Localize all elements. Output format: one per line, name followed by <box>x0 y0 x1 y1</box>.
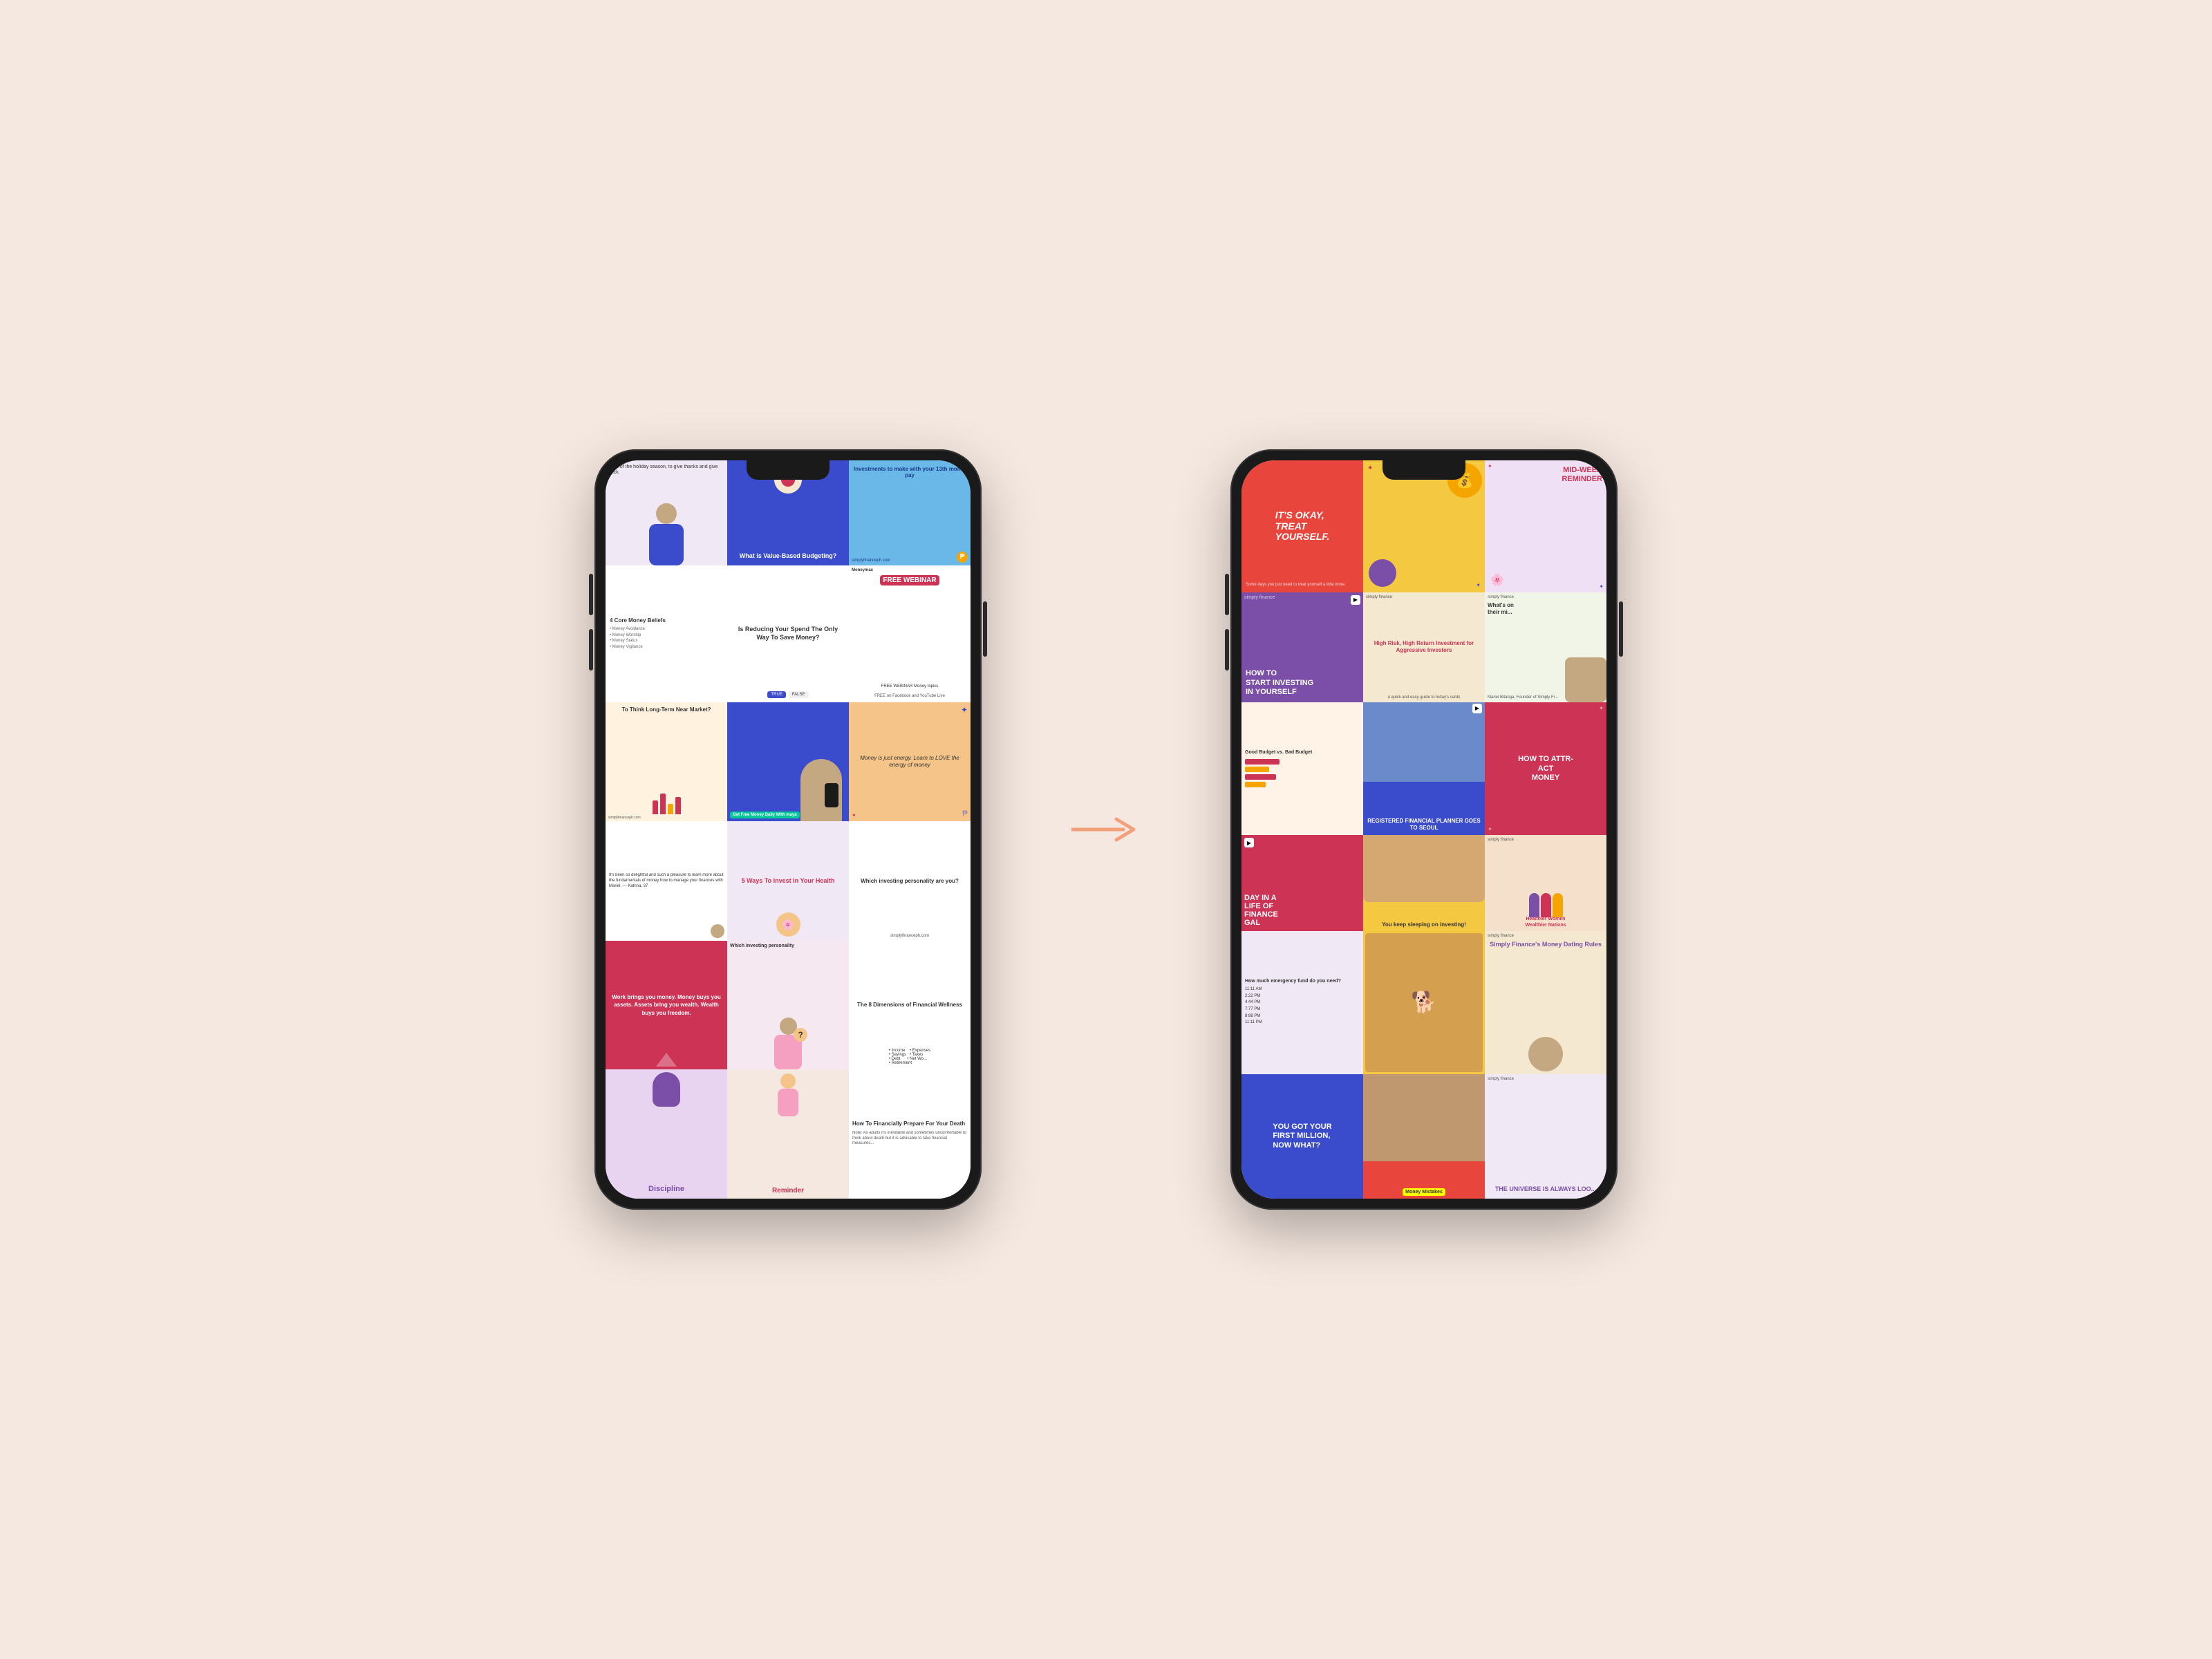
left-cell-5: Is Reducing Your Spend The Only Way To S… <box>727 565 849 702</box>
right-cell-17: Money Mistakes <box>1363 1074 1485 1199</box>
left-cell-16-text: Discipline <box>648 1185 684 1193</box>
right-cell-13-text: How much emergency fund do you need? <box>1245 979 1341 984</box>
vol-up-btn-left <box>589 574 593 615</box>
left-cell-9: Money is just energy. Learn to LOVE the … <box>849 702 971 821</box>
left-cell-17-text: Reminder <box>772 1187 804 1194</box>
right-cell-15: simply finance Simply Finance's Money Da… <box>1485 931 1606 1074</box>
left-cell-13-text: Work brings you money. Money buys you as… <box>610 993 723 1017</box>
arrow-svg <box>1071 812 1141 847</box>
right-cell-6-text: What's ontheir mi... <box>1488 602 1514 617</box>
right-cell-3-text: MID-WEEKREMINDER <box>1562 466 1602 484</box>
right-cell-10-text: DAY IN ALIFE OFFINANCEGAL <box>1244 894 1278 927</box>
left-cell-3-text: Investments to make with your 13th month… <box>849 466 971 478</box>
vol-down-btn-right <box>1225 629 1229 671</box>
left-feed-grid: spirit of the holiday season, to give th… <box>606 460 971 1199</box>
right-cell-1-text: IT'S OKAY,TREATYOURSELF. <box>1275 510 1330 542</box>
left-cell-14: ? Which investing personality <box>727 941 849 1069</box>
right-cell-17-text: Money Mistakes <box>1403 1188 1445 1196</box>
left-cell-5-text: Is Reducing Your Spend The Only Way To S… <box>731 626 845 641</box>
left-cell-1: spirit of the holiday season, to give th… <box>606 460 727 565</box>
left-cell-14-text: Which investing personality <box>730 944 794 948</box>
power-btn-left <box>983 601 987 657</box>
transformation-arrow <box>1065 812 1147 847</box>
left-cell-13: Work brings you money. Money buys you as… <box>606 941 727 1069</box>
left-cell-7: To Think Long-Term Near Market? simplyfi… <box>606 702 727 821</box>
right-cell-4-text: HOW TOSTART INVESTINGIN YOURSELF <box>1246 669 1359 697</box>
phone-notch-left <box>747 460 830 480</box>
left-cell-8: Get Free Money Daily With maya <box>727 702 849 821</box>
right-phone: IT'S OKAY,TREATYOURSELF. Some days you j… <box>1230 449 1618 1210</box>
vol-up-btn-right <box>1225 574 1229 615</box>
left-cell-15: The 8 Dimensions of Financial Wellness •… <box>849 941 971 1069</box>
right-cell-8-text: REGISTERED FINANCIAL PLANNER GOES TO SEO… <box>1363 818 1485 831</box>
right-cell-16-text: YOU GOT YOURFIRST MILLION,NOW WHAT? <box>1273 1123 1331 1150</box>
left-cell-15-text: The 8 Dimensions of Financial Wellness <box>857 1002 962 1009</box>
left-cell-18: How To Financially Prepare For Your Deat… <box>849 1069 971 1199</box>
left-cell-11: 5 Ways To Invest In Your Health 🌸 <box>727 821 849 941</box>
left-cell-17: Reminder <box>727 1069 849 1199</box>
left-cell-12: Which investing personality are you? sim… <box>849 821 971 941</box>
left-cell-9-text: Money is just energy. Learn to LOVE the … <box>853 755 966 769</box>
right-cell-7-text: Good Budget vs. Bad Budget <box>1245 750 1312 755</box>
right-cell-1: IT'S OKAY,TREATYOURSELF. Some days you j… <box>1241 460 1363 592</box>
left-cell-6: Moneymax FREE WEBINAR FREE WEBINAR Money… <box>849 565 971 702</box>
main-scene: spirit of the holiday season, to give th… <box>0 0 2212 1659</box>
left-cell-7-text: To Think Long-Term Near Market? <box>621 706 711 713</box>
right-cell-18: simply finance THE UNIVERSE IS ALWAYS LO… <box>1485 1074 1606 1199</box>
left-cell-10-text: It's been so delightful and such a pleas… <box>609 873 724 889</box>
right-cell-5-text: High Risk, High Return Investment for Ag… <box>1367 640 1481 655</box>
right-cell-10: ▶ DAY IN ALIFE OFFINANCEGAL <box>1241 835 1363 930</box>
right-cell-9: HOW TO ATTR-ACTMONEY ✦ ✦ <box>1485 702 1606 835</box>
left-cell-6-text: FREE WEBINAR Money topics <box>880 684 940 688</box>
left-cell-10: It's been so delightful and such a pleas… <box>606 821 727 941</box>
right-phone-screen: IT'S OKAY,TREATYOURSELF. Some days you j… <box>1241 460 1606 1199</box>
right-cell-9-text: HOW TO ATTR-ACTMONEY <box>1518 755 1573 782</box>
right-cell-7: Good Budget vs. Bad Budget <box>1241 702 1363 835</box>
left-cell-11-text: 5 Ways To Invest In Your Health <box>742 877 835 885</box>
left-cell-4: 4 Core Money Beliefs • Money Avoidance •… <box>606 565 727 702</box>
right-cell-12: simply finance Healthier WomenWealthier … <box>1485 835 1606 930</box>
phone-notch-right <box>1382 460 1465 480</box>
right-cell-13: How much emergency fund do you need? 11:… <box>1241 931 1363 1074</box>
right-cell-6: simply finance What's ontheir mi... Mari… <box>1485 592 1606 702</box>
left-cell-12-text: Which investing personality are you? <box>861 878 959 885</box>
left-cell-1-text: spirit of the holiday season, to give th… <box>608 465 727 476</box>
right-cell-12-text: Healthier WomenWealthier Nations <box>1526 917 1566 928</box>
left-cell-18-text: How To Financially Prepare For Your Deat… <box>852 1121 965 1127</box>
vol-down-btn-left <box>589 629 593 671</box>
right-cell-8: ▶ REGISTERED FINANCIAL PLANNER GOES TO S… <box>1363 702 1485 835</box>
right-cell-14: 🐕 <box>1363 931 1485 1074</box>
right-cell-18-text: THE UNIVERSE IS ALWAYS LOO... <box>1488 1185 1604 1193</box>
left-cell-4-text: 4 Core Money Beliefs <box>610 617 666 624</box>
right-cell-2: 💰 ✦ ✦ <box>1363 460 1485 592</box>
power-btn-right <box>1619 601 1623 657</box>
left-phone-screen: spirit of the holiday season, to give th… <box>606 460 971 1199</box>
right-cell-15-text: Simply Finance's Money Dating Rules <box>1488 941 1604 949</box>
right-cell-5: simply finance High Risk, High Return In… <box>1363 592 1485 702</box>
right-cell-11: You keep sleeping on investing! <box>1363 835 1485 930</box>
left-cell-16: Discipline <box>606 1069 727 1199</box>
right-cell-16: YOU GOT YOURFIRST MILLION,NOW WHAT? <box>1241 1074 1363 1199</box>
left-cell-3: Investments to make with your 13th month… <box>849 460 971 565</box>
left-phone: spirit of the holiday season, to give th… <box>594 449 982 1210</box>
left-cell-2-text: What is Value-Based Budgeting? <box>737 552 840 560</box>
right-cell-3: MID-WEEKREMINDER 🌸 ✦ ✦ <box>1485 460 1606 592</box>
right-cell-4: simply finance ▶ HOW TOSTART INVESTINGIN… <box>1241 592 1363 702</box>
right-cell-11-text: You keep sleeping on investing! <box>1382 921 1466 928</box>
right-feed-grid: IT'S OKAY,TREATYOURSELF. Some days you j… <box>1241 460 1606 1199</box>
